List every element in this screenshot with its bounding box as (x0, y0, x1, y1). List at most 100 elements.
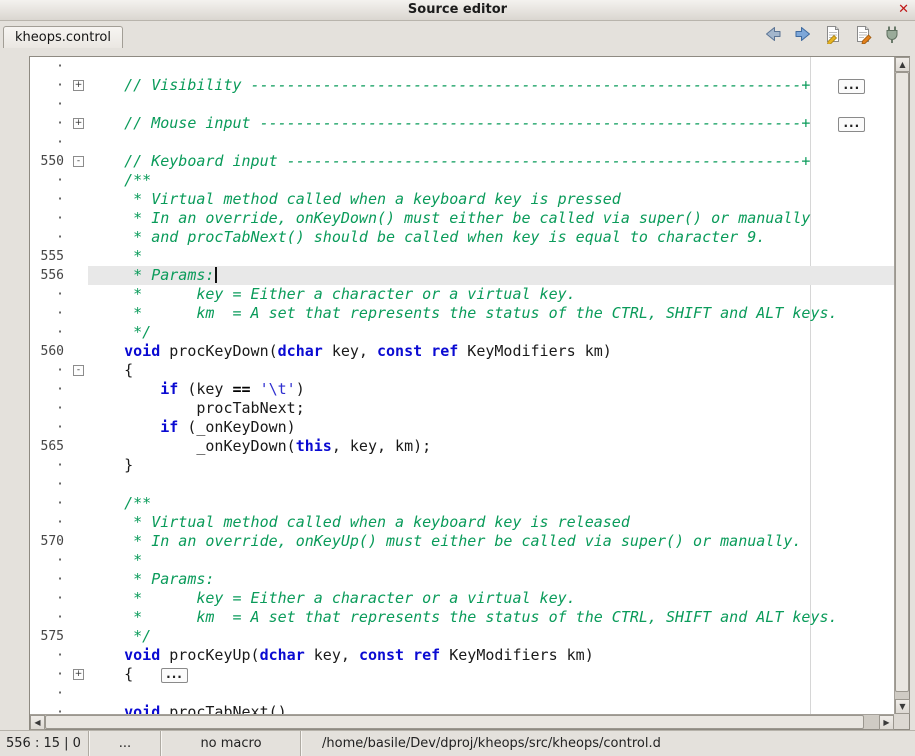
code-line[interactable]: · * km = A set that represents the statu… (30, 608, 894, 627)
code-text[interactable]: * Params: (88, 570, 894, 589)
code-line[interactable]: · procTabNext; (30, 399, 894, 418)
code-line[interactable]: · if (key == '\t') (30, 380, 894, 399)
code-text[interactable]: /** (88, 171, 894, 190)
code-line[interactable]: · */ (30, 323, 894, 342)
code-line[interactable]: 575 */ (30, 627, 894, 646)
code-text[interactable]: * key = Either a character or a virtual … (88, 589, 894, 608)
code-text[interactable]: */ (88, 323, 894, 342)
code-line[interactable]: 560 void procKeyDown(dchar key, const re… (30, 342, 894, 361)
back-icon[interactable] (763, 24, 783, 44)
code-text[interactable]: // Visibility --------------------------… (88, 76, 894, 95)
fold-column: - (70, 152, 88, 171)
code-text[interactable]: /** (88, 494, 894, 513)
code-text[interactable]: procTabNext; (88, 399, 894, 418)
fold-column (70, 133, 88, 152)
code-text[interactable]: * km = A set that represents the status … (88, 304, 894, 323)
collapsed-code-ellipsis[interactable]: ... (838, 79, 865, 94)
code-line[interactable]: 556 * Params: (30, 266, 894, 285)
fold-expand-icon[interactable]: + (73, 669, 84, 680)
code-text[interactable]: void procKeyUp(dchar key, const ref KeyM… (88, 646, 894, 665)
code-text[interactable]: // Mouse input -------------------------… (88, 114, 894, 133)
code-line[interactable]: · * and procTabNext() should be called w… (30, 228, 894, 247)
code-line[interactable]: · (30, 475, 894, 494)
code-text[interactable]: { (88, 361, 894, 380)
code-line[interactable]: · void procTabNext() (30, 703, 894, 714)
scroll-down-button[interactable]: ▼ (895, 699, 910, 714)
code-line[interactable]: · * km = A set that represents the statu… (30, 304, 894, 323)
code-line[interactable]: · * key = Either a character or a virtua… (30, 589, 894, 608)
code-text[interactable]: * (88, 247, 894, 266)
code-text[interactable]: * In an override, onKeyDown() must eithe… (88, 209, 894, 228)
fold-column: + (70, 76, 88, 95)
code-line[interactable]: · void procKeyUp(dchar key, const ref Ke… (30, 646, 894, 665)
vertical-scrollbar-thumb[interactable] (895, 72, 909, 692)
code-text[interactable]: * key = Either a character or a virtual … (88, 285, 894, 304)
code-line[interactable]: · * Virtual method called when a keyboar… (30, 513, 894, 532)
code-line[interactable]: · if (_onKeyDown) (30, 418, 894, 437)
scroll-right-button[interactable]: ▶ (879, 715, 894, 730)
code-text[interactable] (88, 475, 894, 494)
code-text[interactable]: * Virtual method called when a keyboard … (88, 513, 894, 532)
code-text[interactable]: if (_onKeyDown) (88, 418, 894, 437)
code-text[interactable]: if (key == '\t') (88, 380, 894, 399)
code-text[interactable]: * In an override, onKeyUp() must either … (88, 532, 894, 551)
code-line[interactable]: · (30, 133, 894, 152)
collapsed-code-ellipsis[interactable]: ... (838, 117, 865, 132)
fold-expand-icon[interactable]: + (73, 118, 84, 129)
code-text[interactable]: * (88, 551, 894, 570)
forward-icon[interactable] (793, 24, 813, 44)
code-line[interactable]: ·+ {... (30, 665, 894, 684)
code-editor[interactable]: ··+ // Visibility ----------------------… (30, 57, 894, 714)
code-line[interactable]: 550- // Keyboard input -----------------… (30, 152, 894, 171)
line-number: · (30, 703, 70, 714)
code-line[interactable]: · * Virtual method called when a keyboar… (30, 190, 894, 209)
horizontal-scrollbar[interactable]: ◀ ▶ (30, 714, 894, 729)
code-text[interactable]: // Keyboard input ----------------------… (88, 152, 894, 171)
code-line[interactable]: 570 * In an override, onKeyUp() must eit… (30, 532, 894, 551)
code-line[interactable]: · (30, 57, 894, 76)
code-line[interactable]: · /** (30, 171, 894, 190)
code-text[interactable] (88, 684, 894, 703)
code-text[interactable]: */ (88, 627, 894, 646)
collapsed-code-ellipsis[interactable]: ... (161, 668, 188, 683)
scroll-up-button[interactable]: ▲ (895, 57, 910, 72)
code-text[interactable]: void procTabNext() (88, 703, 894, 714)
code-line[interactable]: · (30, 95, 894, 114)
fold-column (70, 323, 88, 342)
code-line[interactable]: 555 * (30, 247, 894, 266)
document-edit-icon-2[interactable] (853, 24, 873, 44)
code-line[interactable]: · * (30, 551, 894, 570)
code-text[interactable] (88, 57, 894, 76)
plug-icon[interactable] (883, 24, 903, 44)
code-line[interactable]: · * key = Either a character or a virtua… (30, 285, 894, 304)
code-line[interactable]: · (30, 684, 894, 703)
fold-collapse-icon[interactable]: - (73, 365, 84, 376)
code-line[interactable]: 565 _onKeyDown(this, key, km); (30, 437, 894, 456)
code-text[interactable] (88, 95, 894, 114)
code-text[interactable]: * Params: (88, 266, 894, 285)
code-text[interactable] (88, 133, 894, 152)
code-text[interactable]: {... (88, 665, 894, 684)
code-line[interactable]: ·- { (30, 361, 894, 380)
code-line[interactable]: · /** (30, 494, 894, 513)
fold-expand-icon[interactable]: + (73, 80, 84, 91)
code-line[interactable]: · * Params: (30, 570, 894, 589)
code-line[interactable]: ·+ // Mouse input ----------------------… (30, 114, 894, 133)
code-text[interactable]: } (88, 456, 894, 475)
code-line[interactable]: ·+ // Visibility -----------------------… (30, 76, 894, 95)
fold-column (70, 684, 88, 703)
code-text[interactable]: * km = A set that represents the status … (88, 608, 894, 627)
document-edit-icon[interactable] (823, 24, 843, 44)
code-line[interactable]: · } (30, 456, 894, 475)
tab-kheops-control[interactable]: kheops.control (3, 26, 123, 48)
horizontal-scrollbar-thumb[interactable] (45, 715, 864, 729)
vertical-scrollbar[interactable]: ▲ ▼ (894, 57, 909, 714)
code-text[interactable]: * Virtual method called when a keyboard … (88, 190, 894, 209)
code-line[interactable]: · * In an override, onKeyDown() must eit… (30, 209, 894, 228)
code-text[interactable]: void procKeyDown(dchar key, const ref Ke… (88, 342, 894, 361)
scroll-left-button[interactable]: ◀ (30, 715, 45, 730)
code-text[interactable]: * and procTabNext() should be called whe… (88, 228, 894, 247)
fold-collapse-icon[interactable]: - (73, 156, 84, 167)
close-icon[interactable]: ✕ (898, 0, 909, 20)
code-text[interactable]: _onKeyDown(this, key, km); (88, 437, 894, 456)
